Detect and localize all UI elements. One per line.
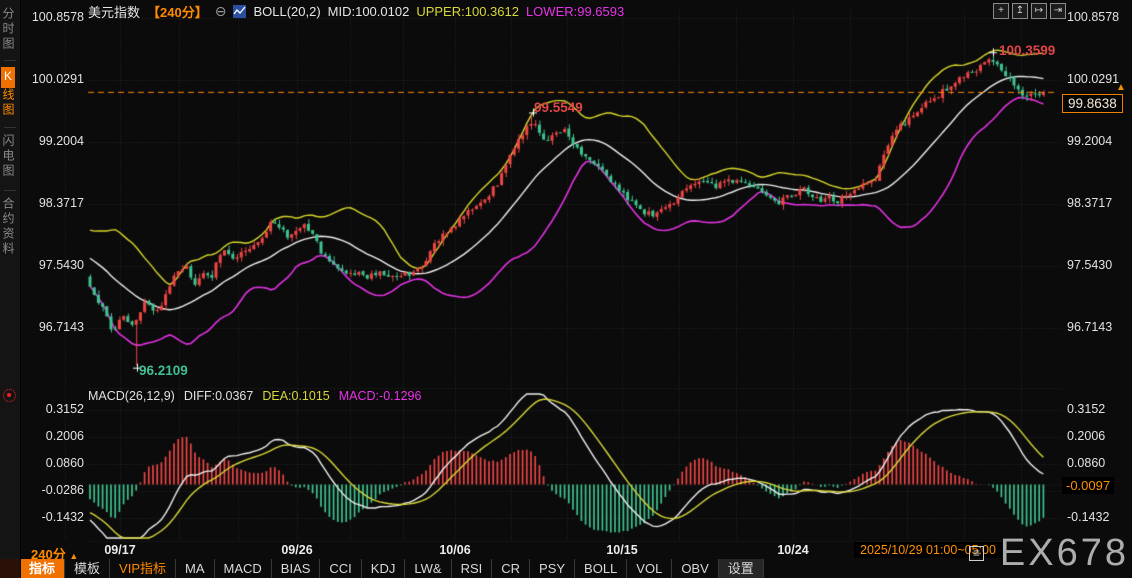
y-label-right: 100.0291 [1067,72,1120,86]
toolbar-item-ma[interactable]: MA [176,559,215,578]
y-label-left: 99.2004 [38,134,84,148]
sidebar-tab-kline[interactable]: K线图 [0,67,20,118]
macd-y-label-left: -0.0286 [41,483,84,497]
period-label: 【240分】 [147,5,208,20]
high-price-annotation: 100.3599 [999,43,1056,58]
toolbar-item-psy[interactable]: PSY [530,559,576,578]
toolbar-item-template[interactable]: 模板 [65,559,111,578]
x-date-label: 09/17 [104,543,136,557]
price-up-arrow-icon: ▲ [1116,82,1126,93]
macd-y-label-left: 0.3152 [45,402,84,416]
chart-header: 美元指数 【240分】 ⊖ BOLL(20,2) MID:100.0102 UP… [88,2,624,21]
macd-hist-value: MACD:-0.1296 [338,389,422,403]
y-label-left: 96.7143 [38,320,84,334]
toolbar-item-indicator[interactable]: 指标 [20,559,66,578]
sidebar-tab-contract[interactable]: 合约资料 [0,197,20,257]
x-date-label: 09/26 [281,543,313,557]
indicator-toolbar: 指标 模板 VIP指标 MA MACD BIAS CCI KDJ LW& RSI… [20,559,764,578]
symbol-title: 美元指数 [88,5,141,20]
axis-right-icon[interactable]: ↦ [1031,3,1047,19]
y-label-right: 100.8578 [1067,10,1120,24]
toolbar-item-cr[interactable]: CR [492,559,531,578]
y-label-right: 99.2004 [1067,134,1113,148]
toolbar-item-vol[interactable]: VOL [627,559,673,578]
current-price-badge: 99.8638 [1062,94,1123,113]
toolbar-item-kdj[interactable]: KDJ [362,559,406,578]
macd-y-label-right: 0.3152 [1067,402,1106,416]
macd-indicator-label: MACD(26,12,9) [88,389,175,403]
sidebar-tab-flash[interactable]: 闪电图 [0,134,20,179]
macd-current-badge: -0.0097 [1062,477,1115,494]
toolbar-item-macd[interactable]: MACD [215,559,272,578]
collapse-icon[interactable]: ⊖ [215,3,227,20]
macd-y-label-right: 0.2006 [1067,429,1106,443]
axis-left-icon[interactable]: ↥ [1012,3,1028,19]
macd-diff-value: DIFF:0.0367 [183,389,254,403]
macd-y-label-right: 0.0860 [1067,456,1106,470]
trading-app-window: 美元指数 【240分】 ⊖ BOLL(20,2) MID:100.0102 UP… [0,0,1132,578]
sidebar-divider [4,60,16,61]
chart-mode-sidebar: 分时图 K线图 闪电图 合约资料 [0,0,21,578]
toolbar-item-settings[interactable]: 设置 [718,559,764,578]
macd-y-label-left: -0.1432 [41,510,84,524]
toolbar-item-obv[interactable]: OBV [672,559,719,578]
y-label-right: 98.3717 [1067,196,1113,210]
price-chart-canvas[interactable] [0,0,1132,578]
move-icon[interactable]: + [993,3,1009,19]
watermark-logo-icon: ≡ [969,546,984,561]
boll-indicator-label: BOLL(20,2) [253,4,321,19]
alert-sun-icon[interactable] [3,389,16,402]
sidebar-divider [4,127,16,128]
kline-tab-head: K [1,67,15,88]
toolbar-item-lw[interactable]: LW& [405,559,452,578]
toolbar-item-vip[interactable]: VIP指标 [110,559,176,578]
y-label-right: 97.5430 [1067,258,1113,272]
x-date-label: 10/15 [606,543,638,557]
toolbar-item-boll[interactable]: BOLL [575,559,628,578]
chart-tool-icons: + ↥ ↦ ⇥ [993,3,1066,19]
boll-lower-value: LOWER:99.6593 [525,4,625,19]
sidebar-tab-timeline[interactable]: 分时图 [0,7,20,52]
macd-y-label-left: 0.0860 [45,456,84,470]
kline-tab-rest: 线图 [1,88,15,118]
sidebar-divider [4,190,16,191]
x-date-label: 10/06 [439,543,471,557]
toolbar-item-bias[interactable]: BIAS [272,559,321,578]
watermark-text: EX678 [999,532,1129,574]
toolbar-item-cci[interactable]: CCI [320,559,362,578]
low-price-annotation: 96.2109 [139,363,188,378]
toolbar-item-rsi[interactable]: RSI [452,559,493,578]
boll-mid-value: MID:100.0102 [327,4,410,19]
macd-y-label-right: -0.1432 [1067,510,1110,524]
y-label-left: 98.3717 [38,196,84,210]
macd-y-label-left: 0.2006 [45,429,84,443]
macd-header: MACD(26,12,9) DIFF:0.0367 DEA:0.1015 MAC… [88,389,421,403]
x-date-label: 10/24 [777,543,809,557]
y-label-right: 96.7143 [1067,320,1113,334]
swing-high-annotation: 99.5549 [534,100,583,115]
macd-dea-value: DEA:0.1015 [262,389,330,403]
y-label-left: 100.0291 [31,72,84,86]
y-label-left: 97.5430 [38,258,84,272]
indicator-chart-icon[interactable] [233,5,247,18]
y-label-left: 100.8578 [31,10,84,24]
corner-accent [0,559,19,578]
boll-upper-value: UPPER:100.3612 [416,4,519,19]
pan-right-icon[interactable]: ⇥ [1050,3,1066,19]
